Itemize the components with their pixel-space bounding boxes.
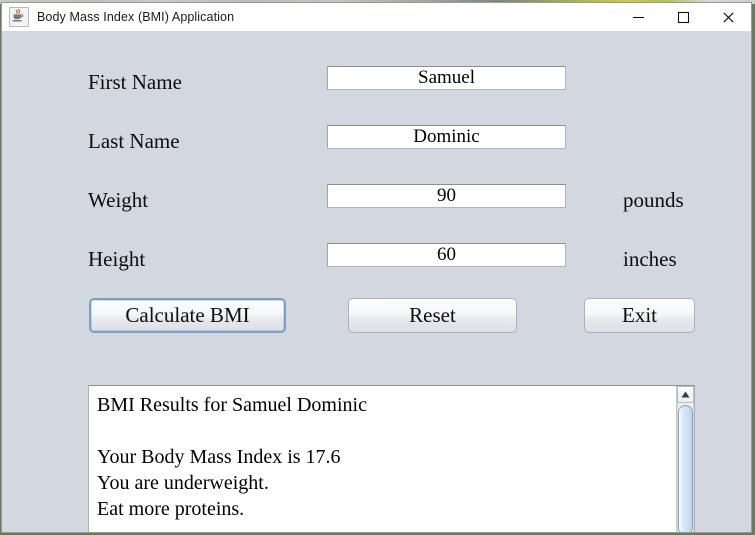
java-coffee-cup-icon bbox=[9, 7, 29, 27]
window-controls bbox=[616, 3, 751, 32]
exit-button[interactable]: Exit bbox=[584, 298, 695, 333]
last-name-input[interactable] bbox=[327, 125, 566, 149]
height-label: Height bbox=[88, 247, 146, 271]
scrollbar-thumb[interactable] bbox=[678, 405, 693, 532]
bmi-results-text[interactable]: BMI Results for Samuel Dominic Your Body… bbox=[89, 386, 676, 532]
weight-label: Weight bbox=[88, 188, 149, 212]
first-name-input[interactable] bbox=[327, 66, 566, 90]
title-bar: Body Mass Index (BMI) Application bbox=[2, 3, 751, 32]
results-scrollbar[interactable] bbox=[676, 386, 694, 532]
window-title: Body Mass Index (BMI) Application bbox=[37, 10, 235, 24]
last-name-label: Last Name bbox=[88, 129, 180, 153]
scroll-up-arrow-icon[interactable] bbox=[677, 386, 694, 403]
first-name-label: First Name bbox=[88, 70, 182, 94]
close-icon[interactable] bbox=[706, 3, 751, 32]
maximize-icon[interactable] bbox=[661, 3, 706, 32]
main-panel: First Name Last Name Weight pounds Heigh… bbox=[2, 32, 751, 532]
calculate-bmi-button[interactable]: Calculate BMI bbox=[89, 298, 286, 333]
height-unit-label: inches bbox=[623, 247, 677, 271]
height-input[interactable] bbox=[327, 243, 566, 267]
bmi-results-area: BMI Results for Samuel Dominic Your Body… bbox=[88, 385, 695, 532]
scrollbar-track[interactable] bbox=[677, 403, 694, 532]
weight-unit-label: pounds bbox=[623, 188, 684, 212]
application-window: Body Mass Index (BMI) Application First … bbox=[1, 2, 752, 533]
minimize-icon[interactable] bbox=[616, 3, 661, 32]
weight-input[interactable] bbox=[327, 184, 566, 208]
reset-button[interactable]: Reset bbox=[348, 298, 517, 333]
